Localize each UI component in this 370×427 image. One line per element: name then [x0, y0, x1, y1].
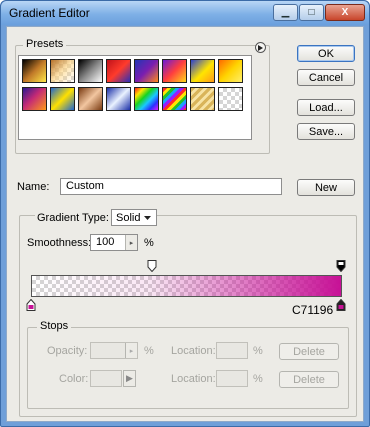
gradient-fill [32, 276, 341, 296]
preset-swatch[interactable] [50, 87, 75, 111]
color-stop-start[interactable] [26, 299, 36, 311]
preset-swatch[interactable] [190, 59, 215, 83]
dialog-body: Presets OK Cancel Load... Save... Name: … [6, 26, 364, 422]
delete-color-stop-button[interactable]: Delete [279, 371, 339, 388]
location-label-color: Location: [171, 373, 216, 385]
preset-swatch[interactable] [134, 59, 159, 83]
opacity-stop-start[interactable] [147, 260, 157, 272]
maximize-icon: □ [308, 7, 315, 18]
flyout-menu-icon [258, 44, 263, 51]
cancel-button[interactable]: Cancel [297, 69, 355, 86]
close-button[interactable]: X [325, 4, 365, 21]
location-unit-opacity: % [253, 345, 263, 357]
preset-swatch[interactable] [218, 59, 243, 83]
smoothness-value: 100 [96, 236, 115, 248]
delete-opacity-stop-button[interactable]: Delete [279, 343, 339, 360]
smoothness-stepper[interactable]: ▸ [125, 235, 137, 250]
opacity-unit: % [144, 345, 154, 357]
gradient-type-select[interactable]: Solid [111, 209, 157, 226]
preset-swatch[interactable] [22, 87, 47, 111]
gradient-preview-bar[interactable] [31, 275, 342, 297]
stops-group [27, 327, 349, 409]
preset-swatch[interactable] [78, 59, 103, 83]
presets-label: Presets [23, 38, 67, 50]
preset-swatch[interactable] [190, 87, 215, 111]
minimize-icon: ▁ [281, 7, 290, 18]
close-icon: X [341, 7, 349, 18]
gradient-type-label: Gradient Type: [35, 212, 111, 224]
ok-button[interactable]: OK [297, 45, 355, 62]
location-input-opacity[interactable] [216, 342, 248, 359]
opacity-stepper[interactable]: ▸ [125, 343, 137, 358]
new-button[interactable]: New [297, 179, 355, 196]
minimize-button[interactable]: ▁ [273, 4, 298, 21]
color-swatch-field[interactable] [90, 370, 122, 387]
preset-swatch[interactable] [78, 87, 103, 111]
location-unit-color: % [253, 373, 263, 385]
location-input-color[interactable] [216, 370, 248, 387]
stops-label: Stops [37, 320, 72, 332]
preset-swatch[interactable] [218, 87, 243, 111]
chevron-right-icon: ▸ [129, 347, 134, 355]
gradient-editor-window: Gradient Editor ▁ □ X Presets OK Cancel … [0, 0, 370, 427]
preset-swatch[interactable] [50, 59, 75, 83]
opacity-stop-end[interactable] [336, 260, 346, 272]
gradient-type-value: Solid [116, 211, 141, 224]
color-picker-button[interactable]: ▶ [123, 370, 136, 387]
location-label-opacity: Location: [171, 345, 216, 357]
save-button[interactable]: Save... [297, 123, 355, 140]
name-label: Name: [17, 181, 50, 193]
preset-swatch[interactable] [106, 87, 131, 111]
preset-swatch[interactable] [134, 87, 159, 111]
presets-grid[interactable] [18, 55, 252, 140]
name-input[interactable]: Custom [60, 178, 282, 195]
chevron-right-icon: ▶ [126, 373, 133, 383]
dropdown-arrow-icon [144, 216, 151, 220]
load-button[interactable]: Load... [297, 99, 355, 116]
preset-swatch[interactable] [106, 59, 131, 83]
preset-swatch[interactable] [162, 59, 187, 83]
opacity-label: Opacity: [47, 345, 88, 357]
end-color-hex: C71196 [292, 303, 334, 317]
smoothness-label: Smoothness: [27, 237, 92, 249]
smoothness-unit: % [144, 237, 154, 249]
color-stop-end[interactable] [336, 299, 346, 311]
color-label: Color: [59, 373, 89, 385]
maximize-button[interactable]: □ [299, 4, 324, 21]
presets-menu-button[interactable] [255, 42, 266, 53]
preset-swatch[interactable] [22, 59, 47, 83]
chevron-right-icon: ▸ [129, 239, 134, 247]
title-bar[interactable]: Gradient Editor ▁ □ X [1, 1, 369, 25]
preset-swatch[interactable] [162, 87, 187, 111]
window-title: Gradient Editor [9, 6, 90, 20]
